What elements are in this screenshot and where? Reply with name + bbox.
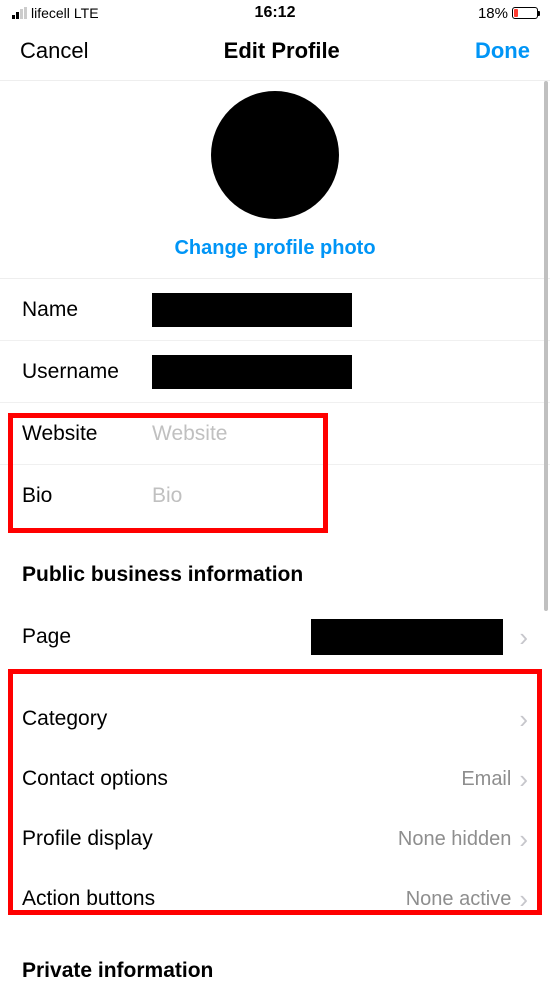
name-value[interactable] [152, 293, 528, 327]
status-bar: lifecell LTE 16:12 18% [0, 0, 550, 24]
action-label: Action buttons [22, 887, 155, 911]
redacted-name [152, 293, 352, 327]
redacted-page [311, 619, 503, 655]
category-row[interactable]: Category › [0, 689, 550, 749]
network-label: LTE [74, 5, 99, 21]
chevron-right-icon: › [511, 764, 528, 795]
name-label: Name [22, 298, 152, 322]
page-label: Page [22, 625, 71, 649]
username-row[interactable]: Username [0, 341, 550, 403]
chevron-right-icon: › [511, 884, 528, 915]
username-value[interactable] [152, 355, 528, 389]
battery-percent: 18% [478, 5, 508, 22]
username-label: Username [22, 360, 152, 384]
category-label: Category [22, 707, 107, 731]
bio-label: Bio [22, 484, 152, 508]
action-value: None active [155, 888, 511, 911]
website-row[interactable]: Website Website [0, 403, 550, 465]
display-value: None hidden [153, 828, 512, 851]
page-title: Edit Profile [224, 38, 340, 64]
contact-options-row[interactable]: Contact options Email › [0, 749, 550, 809]
website-label: Website [22, 422, 152, 446]
status-right: 18% [478, 5, 538, 22]
profile-fields: Name Username Website Website Bio Bio [0, 278, 550, 527]
carrier-label: lifecell [31, 5, 70, 21]
status-left: lifecell LTE [12, 5, 99, 21]
bio-input[interactable]: Bio [152, 484, 528, 508]
profile-display-row[interactable]: Profile display None hidden › [0, 809, 550, 869]
chevron-right-icon: › [511, 622, 528, 653]
private-section-title: Private information [0, 953, 550, 1001]
scrollbar[interactable] [544, 81, 548, 611]
contact-value: Email [168, 768, 511, 791]
chevron-right-icon: › [511, 824, 528, 855]
change-photo-button[interactable]: Change profile photo [174, 237, 375, 260]
signal-icon [12, 7, 27, 19]
status-time: 16:12 [255, 4, 296, 22]
page-row[interactable]: Page › [0, 605, 550, 669]
business-section-title: Public business information [0, 557, 550, 605]
action-buttons-row[interactable]: Action buttons None active › [0, 869, 550, 929]
bio-row[interactable]: Bio Bio [0, 465, 550, 527]
avatar[interactable] [211, 91, 339, 219]
display-label: Profile display [22, 827, 153, 851]
contact-label: Contact options [22, 767, 168, 791]
redacted-username [152, 355, 352, 389]
done-button[interactable]: Done [475, 38, 530, 64]
cancel-button[interactable]: Cancel [20, 38, 88, 64]
chevron-right-icon: › [511, 704, 528, 735]
battery-icon [512, 7, 538, 19]
avatar-section: Change profile photo [0, 81, 550, 278]
scroll-area: Change profile photo Name Username Websi… [0, 81, 550, 1001]
nav-bar: Cancel Edit Profile Done [0, 24, 550, 81]
name-row[interactable]: Name [0, 279, 550, 341]
website-input[interactable]: Website [152, 422, 528, 446]
